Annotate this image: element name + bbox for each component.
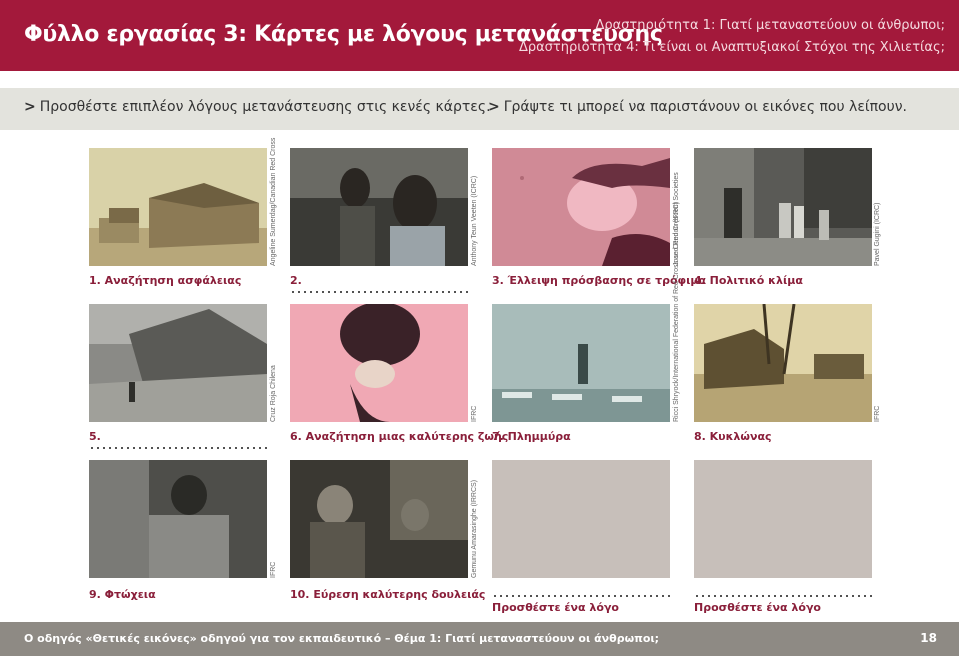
worksheet-header: Φύλλο εργασίας 3: Κάρτες με λόγους μεταν…: [0, 0, 959, 71]
photo-credit: Gemunu Amarasinghe (IRRCS): [471, 479, 478, 578]
blank-line: [89, 446, 269, 450]
photo-earthquake-ruins: [89, 304, 267, 422]
photo-credit: IFRC: [270, 561, 277, 578]
blank-line: [492, 594, 672, 598]
photo-credit: Pavel Gugini (ICRC): [874, 202, 881, 266]
photo-man-poverty: [89, 460, 267, 578]
card-caption: 8. Κυκλώνας: [694, 430, 772, 443]
card-caption: 10. Εύρεση καλύτερης δουλειάς: [290, 588, 486, 601]
activity-1-label: Δραστηριότητα 1: Γιατί μεταναστεύουν οι …: [595, 18, 945, 33]
card-caption: 1. Αναζήτηση ασφάλειας: [89, 274, 242, 287]
activity-4-label: Δραστηριότητα 4: Τι είναι οι Αναπτυξιακο…: [518, 40, 945, 55]
photo-soldiers-children: [694, 148, 872, 266]
blank-line: [290, 290, 470, 294]
photo-credit: IFRC: [874, 405, 881, 422]
instruction-right-text: Γράψτε τι μπορεί να παριστάνουν οι εικόν…: [503, 99, 907, 115]
page-number: 18: [920, 631, 937, 645]
chevron-right-icon: >: [488, 99, 500, 115]
instruction-left: > Προσθέστε επιπλέον λόγους μετανάστευσης…: [24, 99, 491, 115]
card-caption: 7. Πλημμύρα: [492, 430, 571, 443]
footer-text: Ο οδηγός «Θετικές εικόνες» οδηγού για το…: [24, 632, 660, 645]
photo-grain-hands: [492, 148, 670, 266]
card-caption: 4. Πολιτικό κλίμα: [694, 274, 803, 287]
add-reason-label: Προσθέστε ένα λόγο: [694, 601, 821, 614]
photo-credit: Anthony Teun Veeten (ICRC): [471, 175, 478, 266]
instruction-left-text: Προσθέστε επιπλέον λόγους μετανάστευσης …: [39, 99, 491, 115]
card-caption: 6. Αναζήτηση μιας καλύτερης ζωής: [290, 430, 509, 443]
blank-card: [694, 460, 872, 578]
photo-shopkeepers: [290, 460, 468, 578]
instruction-right: > Γράψτε τι μπορεί να παριστάνουν οι εικό…: [488, 99, 907, 115]
photo-credit: Angeline Sumerdag/Canadian Red Cross: [270, 137, 277, 266]
instructions-bar: > Προσθέστε επιπλέον λόγους μετανάστευσης…: [0, 88, 959, 130]
photo-shelters: [89, 148, 267, 266]
photo-credit: IFRC: [471, 405, 478, 422]
page-footer: Ο οδηγός «Θετικές εικόνες» οδηγού για το…: [0, 622, 959, 656]
card-caption: 5.: [89, 430, 101, 443]
photo-credit: Ricci Shryock/International Federation o…: [673, 172, 680, 422]
blank-line: [694, 594, 874, 598]
card-caption: 9. Φτώχεια: [89, 588, 156, 601]
card-caption: 2.: [290, 274, 302, 287]
photo-credit: Cruz Roja Chilena: [270, 365, 277, 422]
chevron-right-icon: >: [24, 99, 36, 115]
photo-child-soldiers: [290, 148, 468, 266]
blank-card: [492, 460, 670, 578]
photo-flood-child: [492, 304, 670, 422]
photo-woman-hands: [290, 304, 468, 422]
add-reason-label: Προσθέστε ένα λόγο: [492, 601, 619, 614]
photo-cyclone-houses: [694, 304, 872, 422]
